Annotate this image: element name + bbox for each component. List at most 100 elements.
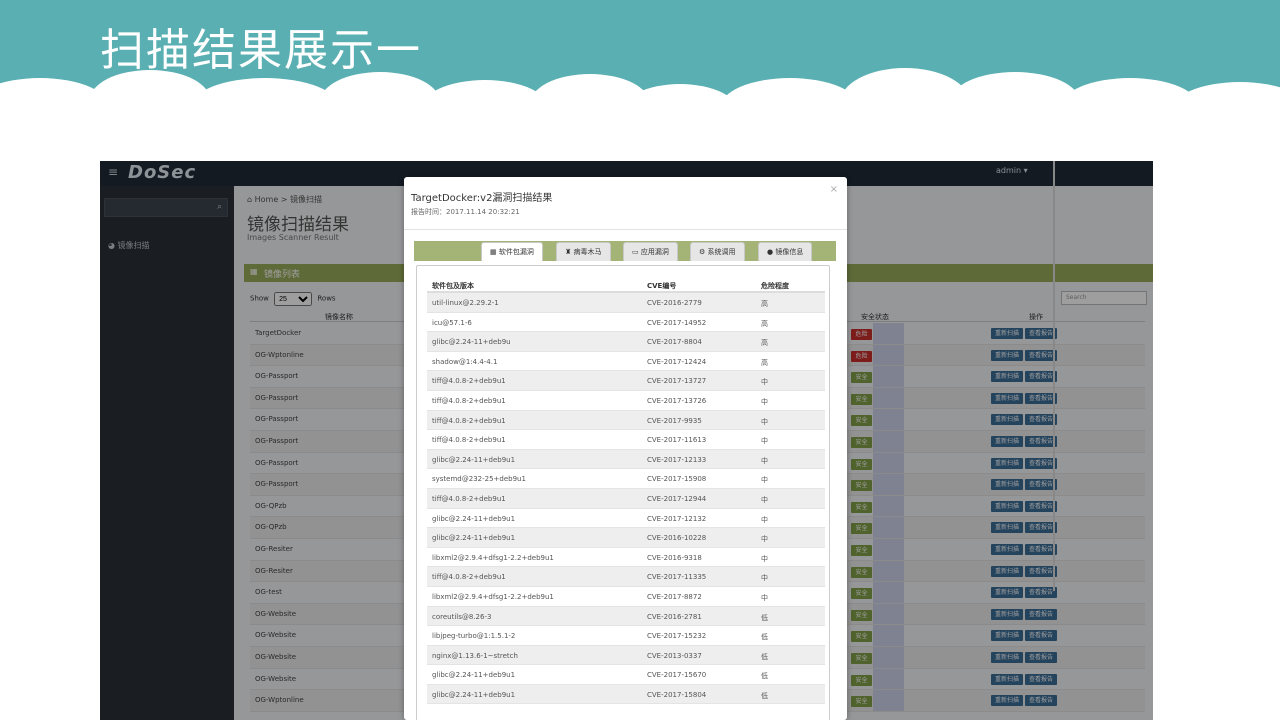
- vuln-table-header: 软件包及版本 CVE编号 危险程度: [427, 278, 825, 293]
- package-cell: coreutils@8.26-3: [432, 612, 492, 621]
- vuln-row: glibc@2.24-11+deb9u CVE-2017-8804 高: [427, 332, 825, 352]
- scrollbar[interactable]: [1053, 161, 1055, 591]
- divider: [404, 229, 847, 230]
- tab-app-vulns[interactable]: ▭ 应用漏洞: [623, 242, 678, 261]
- vuln-row: coreutils@8.26-3 CVE-2016-2781 低: [427, 606, 825, 627]
- cve-cell[interactable]: CVE-2017-9935: [647, 417, 702, 425]
- severity-cell: 高: [761, 300, 768, 308]
- vuln-table-body: util-linux@2.29.2-1 CVE-2016-2779 高 icu@57.…: [427, 293, 825, 705]
- scan-result-modal: TargetDocker:v2漏洞扫描结果 报告时间：2017.11.14 20…: [404, 177, 847, 720]
- package-cell: glibc@2.24-11+deb9u1: [432, 671, 516, 680]
- package-cell: tiff@4.0.8-2+deb9u1: [432, 416, 506, 425]
- severity-cell: 高: [761, 319, 768, 328]
- vuln-row: tiff@4.0.8-2+deb9u1 CVE-2017-11613 中: [427, 430, 825, 450]
- col-severity[interactable]: 危险程度: [761, 281, 789, 291]
- package-cell: glibc@2.24-11+deb9u1: [432, 534, 516, 543]
- cve-cell[interactable]: CVE-2016-9318: [647, 554, 702, 562]
- bug-icon: ♜: [565, 248, 572, 256]
- severity-cell: 低: [761, 633, 768, 642]
- severity-cell: 中: [761, 437, 768, 446]
- cve-cell[interactable]: CVE-2017-8872: [647, 593, 702, 601]
- cve-cell[interactable]: CVE-2017-12944: [647, 495, 706, 503]
- package-cell: tiff@4.0.8-2+deb9u1: [432, 573, 506, 582]
- tab-package-vulns[interactable]: ▦ 软件包漏洞: [481, 242, 543, 261]
- report-time: 报告时间：2017.11.14 20:32:21: [411, 208, 520, 216]
- cve-cell[interactable]: CVE-2017-11335: [647, 573, 706, 581]
- cve-cell[interactable]: CVE-2017-13727: [647, 377, 706, 385]
- gears-icon: ⚙: [699, 248, 706, 256]
- severity-cell: 中: [761, 495, 768, 504]
- severity-cell: 中: [761, 378, 768, 387]
- tab-label: 镜像信息: [775, 248, 804, 256]
- vuln-row: libjpeg-turbo@1:1.5.1-2 CVE-2017-15232 低: [427, 626, 825, 646]
- tab-virus-trojan[interactable]: ♜ 病毒木马: [556, 242, 611, 261]
- package-cell: shadow@1:4.4-4.1: [432, 357, 498, 366]
- modal-title: TargetDocker:v2漏洞扫描结果: [411, 193, 553, 204]
- vuln-row: systemd@232-25+deb9u1 CVE-2017-15908 中: [427, 469, 825, 489]
- cve-cell[interactable]: CVE-2017-11613: [647, 436, 706, 444]
- col-cve[interactable]: CVE编号: [647, 281, 676, 291]
- vuln-row: tiff@4.0.8-2+deb9u1 CVE-2017-13727 中: [427, 371, 825, 391]
- cve-cell[interactable]: CVE-2017-15804: [647, 691, 706, 699]
- vuln-row: libxml2@2.9.4+dfsg1-2.2+deb9u1 CVE-2017-8…: [427, 587, 825, 607]
- vuln-row: glibc@2.24-11+deb9u1 CVE-2017-15670 低: [427, 665, 825, 685]
- cve-cell[interactable]: CVE-2016-2779: [647, 299, 702, 307]
- severity-cell: 中: [761, 535, 768, 544]
- severity-cell: 中: [761, 456, 768, 465]
- package-cell: nginx@1.13.6-1~stretch: [432, 651, 518, 660]
- severity-cell: 低: [761, 672, 768, 681]
- severity-cell: 中: [761, 554, 768, 563]
- package-cell: util-linux@2.29.2-1: [432, 299, 499, 307]
- cve-cell[interactable]: CVE-2017-8804: [647, 338, 702, 346]
- tab-label: 系统调用: [707, 248, 736, 256]
- info-icon: ●: [767, 248, 774, 256]
- severity-cell: 中: [761, 515, 768, 524]
- vuln-row: util-linux@2.29.2-1 CVE-2016-2779 高: [427, 293, 825, 313]
- package-cell: tiff@4.0.8-2+deb9u1: [432, 436, 506, 445]
- vuln-row: libxml2@2.9.4+dfsg1-2.2+deb9u1 CVE-2016-9…: [427, 548, 825, 568]
- cve-cell[interactable]: CVE-2017-15232: [647, 632, 706, 640]
- cve-cell[interactable]: CVE-2017-13726: [647, 397, 706, 405]
- tab-image-info[interactable]: ● 镜像信息: [758, 242, 813, 261]
- severity-cell: 低: [761, 652, 768, 661]
- package-cell: tiff@4.0.8-2+deb9u1: [432, 396, 506, 405]
- package-cell: libxml2@2.9.4+dfsg1-2.2+deb9u1: [432, 592, 554, 601]
- tab-bar: ▦ 软件包漏洞 ♜ 病毒木马 ▭ 应用漏洞 ⚙ 系统调用 ● 镜像信息: [414, 241, 836, 261]
- package-cell: glibc@2.24-11+deb9u1: [432, 455, 516, 464]
- slide: 扫描结果展示一 ≡ DoSec admin ▾ ⌕ ◕ 镜像扫描 ⌂ Home …: [0, 0, 1280, 720]
- cve-cell[interactable]: CVE-2017-14952: [647, 319, 706, 327]
- severity-cell: 中: [761, 574, 768, 583]
- slide-title: 扫描结果展示一: [100, 25, 422, 76]
- package-cell: glibc@2.24-11+deb9u1: [432, 690, 516, 699]
- tab-syscalls[interactable]: ⚙ 系统调用: [690, 242, 745, 261]
- cve-cell[interactable]: CVE-2017-12133: [647, 456, 706, 464]
- cve-cell[interactable]: CVE-2016-10228: [647, 534, 706, 542]
- cve-cell[interactable]: CVE-2017-15908: [647, 475, 706, 483]
- cve-cell[interactable]: CVE-2017-12424: [647, 358, 706, 366]
- vuln-row: tiff@4.0.8-2+deb9u1 CVE-2017-11335 中: [427, 567, 825, 587]
- package-cell: tiff@4.0.8-2+deb9u1: [432, 494, 506, 503]
- vuln-row: icu@57.1-6 CVE-2017-14952 高: [427, 313, 825, 333]
- package-cell: icu@57.1-6: [432, 318, 472, 327]
- vuln-row: tiff@4.0.8-2+deb9u1 CVE-2017-9935 中: [427, 410, 825, 431]
- cve-cell[interactable]: CVE-2017-12132: [647, 515, 706, 523]
- tab-label: 病毒木马: [573, 248, 602, 256]
- severity-cell: 中: [761, 476, 768, 485]
- tab-label: 软件包漏洞: [498, 248, 534, 256]
- modal-close-button[interactable]: ×: [830, 184, 838, 195]
- vuln-row: glibc@2.24-11+deb9u1 CVE-2017-12132 中: [427, 509, 825, 529]
- vuln-row: shadow@1:4.4-4.1 CVE-2017-12424 高: [427, 352, 825, 372]
- package-cell: libxml2@2.9.4+dfsg1-2.2+deb9u1: [432, 553, 554, 562]
- package-cell: systemd@232-25+deb9u1: [432, 475, 526, 484]
- laptop-icon: ▭: [632, 248, 639, 256]
- cve-cell[interactable]: CVE-2017-15670: [647, 671, 706, 679]
- vuln-row: nginx@1.13.6-1~stretch CVE-2013-0337 低: [427, 645, 825, 666]
- severity-cell: 中: [761, 397, 768, 406]
- cve-cell[interactable]: CVE-2016-2781: [647, 613, 702, 621]
- tab-label: 应用漏洞: [640, 248, 669, 256]
- col-package[interactable]: 软件包及版本: [432, 281, 474, 291]
- severity-cell: 低: [761, 613, 768, 622]
- cve-cell[interactable]: CVE-2013-0337: [647, 652, 702, 660]
- vuln-row: glibc@2.24-11+deb9u1 CVE-2017-15804 低: [427, 684, 825, 705]
- package-cell: tiff@4.0.8-2+deb9u1: [432, 377, 506, 386]
